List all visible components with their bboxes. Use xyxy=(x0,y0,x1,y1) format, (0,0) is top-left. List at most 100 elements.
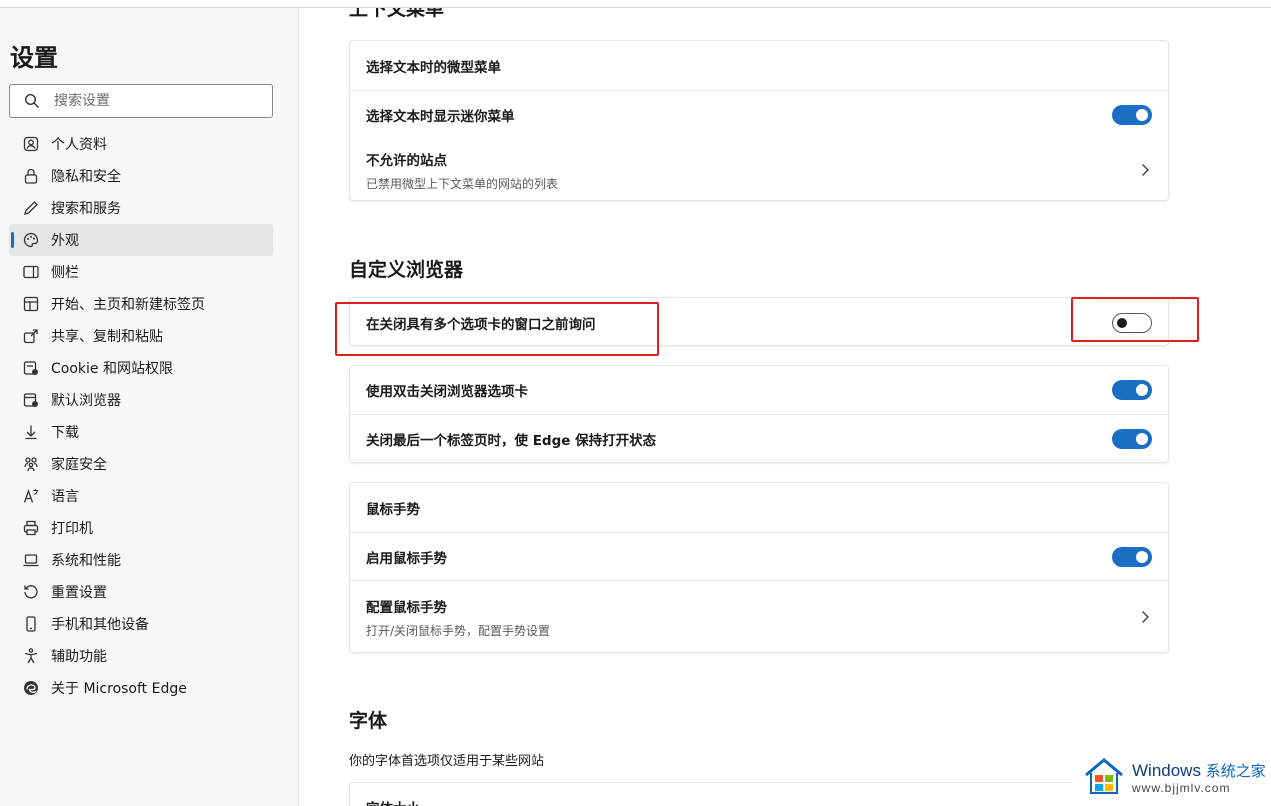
section-title-customize-browser: 自定义浏览器 xyxy=(349,259,464,281)
mouse-gesture-header: 鼠标手势 xyxy=(366,501,420,518)
sidebar-item-label: 家庭安全 xyxy=(51,457,107,473)
palette-icon xyxy=(22,231,40,249)
section-title-fonts: 字体 xyxy=(349,710,388,732)
blocked-sites-text: 不允许的站点 已禁用微型上下文菜单的网站的列表 xyxy=(366,149,558,192)
toggle-knob xyxy=(1136,433,1148,445)
sidebar-item-cookies[interactable]: Cookie 和网站权限 xyxy=(9,352,273,384)
chevron-right-icon[interactable] xyxy=(1138,163,1152,177)
sidebar-item-downloads[interactable]: 下载 xyxy=(9,416,273,448)
watermark-brand-line: Windows 系统之家 xyxy=(1132,760,1266,781)
download-icon xyxy=(22,423,40,441)
window-top-edge xyxy=(0,0,1271,8)
sidebar-item-share-copy[interactable]: 共享、复制和粘贴 xyxy=(9,320,273,352)
sidebar-item-label: 外观 xyxy=(51,233,79,249)
highlight-box-label xyxy=(335,302,659,356)
sidebar-item-reset[interactable]: 重置设置 xyxy=(9,576,273,608)
settings-sidebar: 设置 个人资料 隐私和安全 搜索和服务 外观 侧栏 开 xyxy=(0,0,299,806)
sidebar-item-label: 手机和其他设备 xyxy=(51,617,149,633)
language-icon xyxy=(22,487,40,505)
sidebar-item-phone[interactable]: 手机和其他设备 xyxy=(9,608,273,640)
printer-icon xyxy=(22,519,40,537)
font-size-card: 字体大小 xyxy=(349,782,1169,806)
settings-title: 设置 xyxy=(10,44,58,72)
home-grid-icon xyxy=(22,295,40,313)
show-mini-menu-label: 选择文本时显示迷你菜单 xyxy=(366,108,515,125)
phone-icon xyxy=(22,615,40,633)
sidebar-item-family[interactable]: 家庭安全 xyxy=(9,448,273,480)
sidebar-item-label: 语言 xyxy=(51,489,79,505)
sidebar-item-languages[interactable]: 语言 xyxy=(9,480,273,512)
toggle-knob xyxy=(1136,550,1148,563)
watermark-url: www.bjjmlv.com xyxy=(1132,780,1231,795)
edge-logo-icon xyxy=(22,679,40,697)
watermark-brand-cn: 系统之家 xyxy=(1205,762,1266,780)
double-click-close-toggle[interactable] xyxy=(1112,380,1152,400)
sidebar-item-appearance[interactable]: 外观 xyxy=(9,224,273,256)
sidebar-item-label: Cookie 和网站权限 xyxy=(51,361,173,377)
sidebar-item-search-services[interactable]: 搜索和服务 xyxy=(9,192,273,224)
enable-mouse-gesture-toggle[interactable] xyxy=(1112,546,1152,567)
toggle-knob xyxy=(1136,108,1148,121)
keep-edge-open-row[interactable]: 关闭最后一个标签页时，使 Edge 保持打开状态 xyxy=(350,414,1168,462)
chevron-right-icon[interactable] xyxy=(1138,610,1152,624)
sidebar-item-privacy[interactable]: 隐私和安全 xyxy=(9,160,273,192)
sidebar-panel-icon xyxy=(22,263,40,281)
keep-edge-open-label: 关闭最后一个标签页时，使 Edge 保持打开状态 xyxy=(366,433,657,449)
configure-mouse-gesture-desc: 打开/关闭鼠标手势，配置手势设置 xyxy=(366,623,551,638)
mouse-gesture-header-row: 鼠标手势 xyxy=(350,483,1168,532)
sidebar-item-label: 系统和性能 xyxy=(51,553,121,569)
lock-icon xyxy=(22,167,40,185)
laptop-icon xyxy=(22,551,40,569)
context-menu-card: 选择文本时的微型菜单 选择文本时显示迷你菜单 不允许的站点 已禁用微型上下文菜单… xyxy=(349,40,1169,201)
sidebar-item-start-home[interactable]: 开始、主页和新建标签页 xyxy=(9,288,273,320)
default-browser-icon xyxy=(22,391,40,409)
enable-mouse-gesture-label: 启用鼠标手势 xyxy=(366,550,447,567)
share-icon xyxy=(22,327,40,345)
blocked-sites-row[interactable]: 不允许的站点 已禁用微型上下文菜单的网站的列表 xyxy=(350,138,1168,200)
watermark-text: Windows 系统之家 www.bjjmlv.com xyxy=(1132,760,1266,795)
sidebar-nav: 个人资料 隐私和安全 搜索和服务 外观 侧栏 开始、主页和新建标签页 共享、复制… xyxy=(9,128,273,704)
sidebar-item-label: 共享、复制和粘贴 xyxy=(51,329,163,345)
cookie-site-icon xyxy=(22,359,40,377)
sidebar-item-accessibility[interactable]: 辅助功能 xyxy=(9,640,273,672)
sidebar-item-system[interactable]: 系统和性能 xyxy=(9,544,273,576)
sidebar-item-label: 开始、主页和新建标签页 xyxy=(51,297,205,313)
font-size-label: 字体大小 xyxy=(366,797,420,806)
mouse-gesture-card: 鼠标手势 启用鼠标手势 配置鼠标手势 打开/关闭鼠标手势，配置手势设置 xyxy=(349,482,1169,653)
search-icon xyxy=(24,93,39,108)
pen-icon xyxy=(22,199,40,217)
show-mini-menu-toggle[interactable] xyxy=(1112,104,1152,125)
sidebar-item-sidebar[interactable]: 侧栏 xyxy=(9,256,273,288)
sidebar-item-label: 辅助功能 xyxy=(51,649,107,665)
settings-content: 上下文菜单 选择文本时的微型菜单 选择文本时显示迷你菜单 不允许的站点 已禁用微… xyxy=(300,0,1271,806)
double-click-close-label: 使用双击关闭浏览器选项卡 xyxy=(366,384,528,400)
sidebar-item-default-browser[interactable]: 默认浏览器 xyxy=(9,384,273,416)
mini-menu-header: 选择文本时的微型菜单 xyxy=(366,59,501,76)
search-input[interactable] xyxy=(54,93,254,109)
keep-edge-open-toggle[interactable] xyxy=(1112,429,1152,449)
tab-behavior-card: 使用双击关闭浏览器选项卡 关闭最后一个标签页时，使 Edge 保持打开状态 xyxy=(349,365,1169,463)
enable-mouse-gesture-row[interactable]: 启用鼠标手势 xyxy=(350,532,1168,580)
sidebar-item-profile[interactable]: 个人资料 xyxy=(9,128,273,160)
show-mini-menu-row[interactable]: 选择文本时显示迷你菜单 xyxy=(350,90,1168,138)
sidebar-item-printers[interactable]: 打印机 xyxy=(9,512,273,544)
configure-mouse-gesture-row[interactable]: 配置鼠标手势 打开/关闭鼠标手势，配置手势设置 xyxy=(350,580,1168,652)
fonts-note: 你的字体首选项仅适用于某些网站 xyxy=(349,754,545,769)
toggle-knob xyxy=(1136,384,1148,396)
reset-icon xyxy=(22,583,40,601)
mini-menu-header-row: 选择文本时的微型菜单 xyxy=(350,41,1168,90)
sidebar-item-label: 关于 Microsoft Edge xyxy=(51,681,187,697)
double-click-close-row[interactable]: 使用双击关闭浏览器选项卡 xyxy=(350,366,1168,414)
highlight-box-toggle xyxy=(1071,297,1199,342)
house-logo-icon xyxy=(1085,758,1123,794)
sidebar-item-about[interactable]: 关于 Microsoft Edge xyxy=(9,672,273,704)
search-box[interactable] xyxy=(9,84,273,118)
configure-mouse-gesture-text: 配置鼠标手势 打开/关闭鼠标手势，配置手势设置 xyxy=(366,596,550,639)
family-icon xyxy=(22,455,40,473)
profile-icon xyxy=(22,135,40,153)
sidebar-item-label: 下载 xyxy=(51,425,79,441)
font-size-row[interactable]: 字体大小 xyxy=(350,783,1168,806)
sidebar-item-label: 隐私和安全 xyxy=(51,169,121,185)
sidebar-item-label: 个人资料 xyxy=(51,137,107,153)
watermark: Windows 系统之家 www.bjjmlv.com xyxy=(1072,748,1271,806)
